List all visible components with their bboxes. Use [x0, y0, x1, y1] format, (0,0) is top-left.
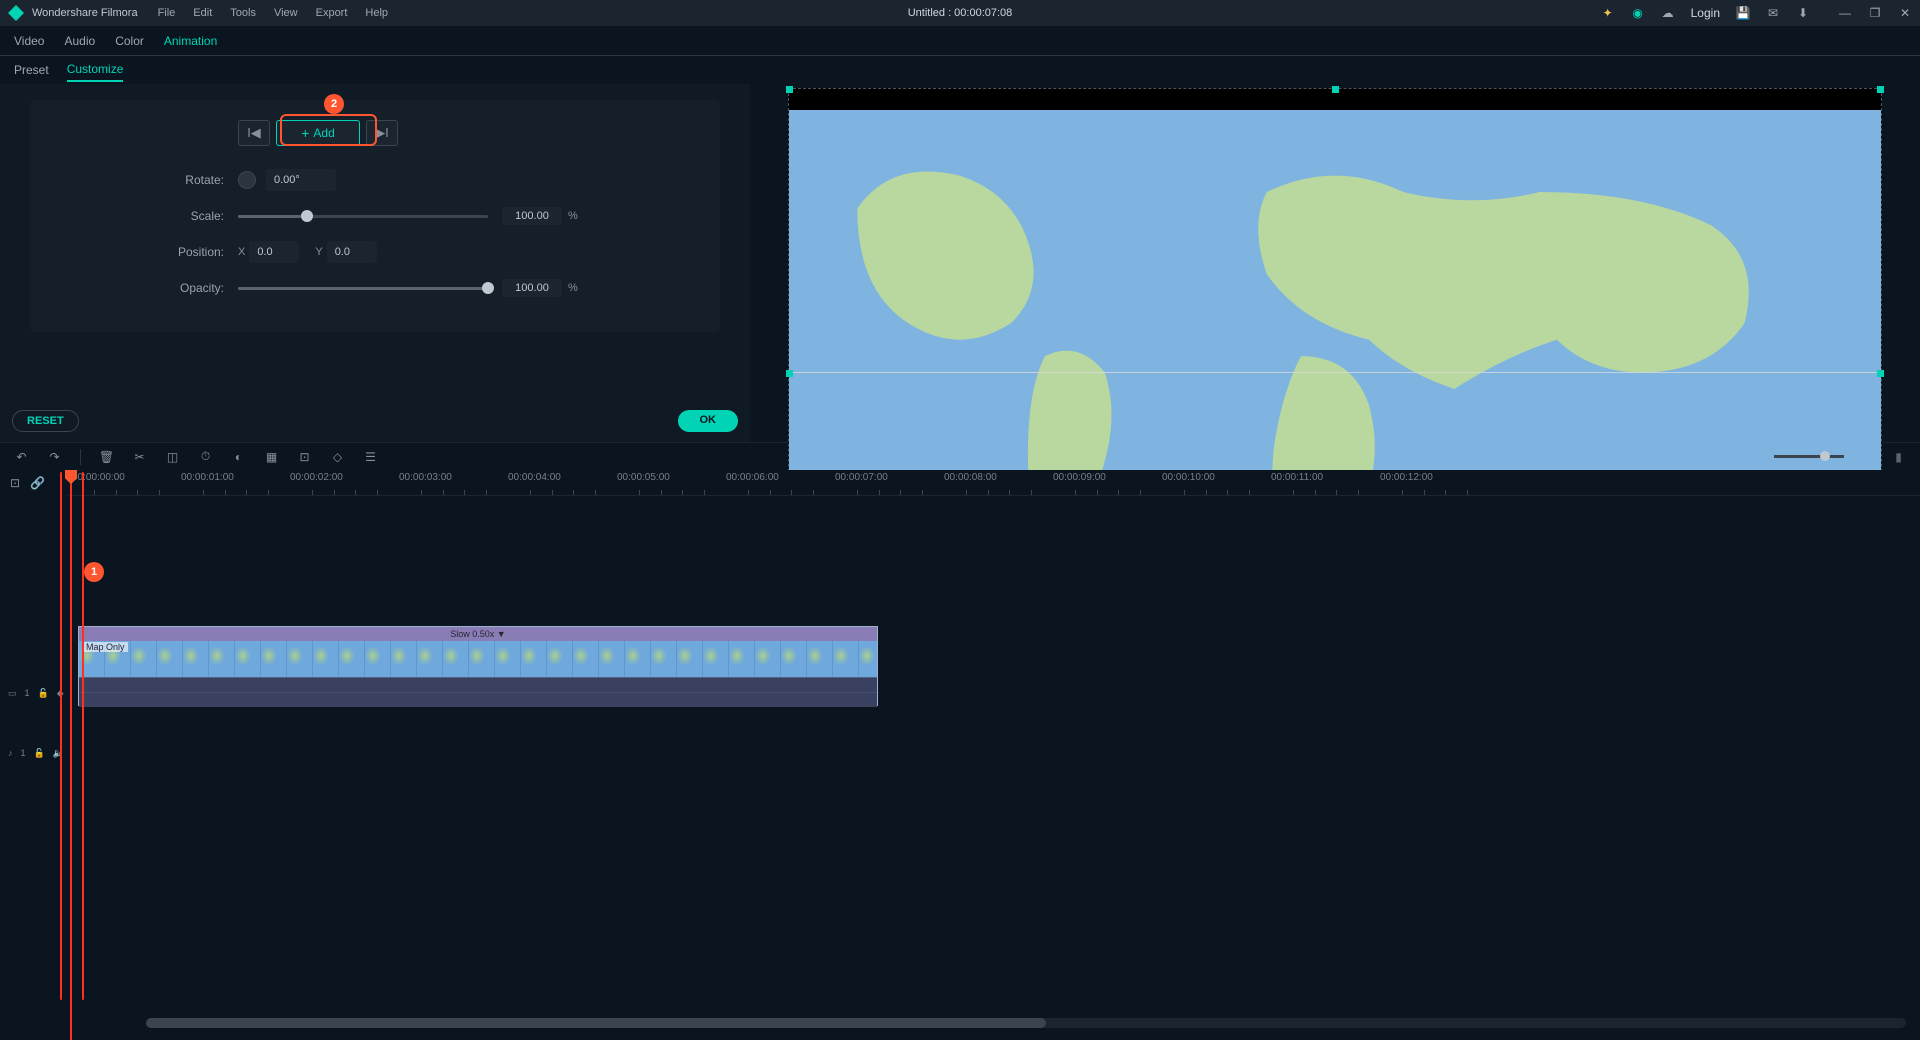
scale-slider[interactable]	[238, 215, 488, 218]
download-icon[interactable]: ⬇	[1796, 6, 1810, 20]
ruler-tick: 00:00:12:00	[1380, 472, 1433, 483]
ok-button[interactable]: OK	[678, 410, 739, 432]
ruler-tick: 00:00:11:00	[1271, 472, 1323, 483]
subtab-preset[interactable]: Preset	[14, 59, 49, 81]
ruler-tick: 00:00:07:00	[835, 472, 888, 483]
save-icon[interactable]: 💾	[1736, 6, 1750, 20]
login-link[interactable]: Login	[1691, 6, 1720, 20]
tab-audio[interactable]: Audio	[64, 28, 95, 54]
plus-icon: +	[301, 125, 309, 141]
close-icon[interactable]: ✕	[1898, 6, 1912, 20]
menu-help[interactable]: Help	[365, 7, 388, 19]
reset-button[interactable]: RESET	[12, 410, 79, 432]
ruler-tick: 00:00:00:00	[72, 472, 125, 483]
pos-x-label: X	[238, 246, 245, 258]
callout-badge-2: 2	[324, 94, 344, 114]
track-mute-icon[interactable]: 🔈	[53, 748, 64, 759]
split-icon[interactable]: ✂	[132, 449, 147, 464]
delete-icon[interactable]: 🗑	[99, 449, 114, 464]
position-y-input[interactable]	[327, 241, 377, 263]
speed-icon[interactable]: ⏱	[198, 449, 213, 464]
clip-video-track[interactable]: Map Only	[79, 641, 877, 677]
keyframe-add-button[interactable]: + Add	[276, 120, 360, 146]
zoom-slider[interactable]	[1774, 455, 1844, 458]
ruler-tick: 00:00:03:00	[399, 472, 452, 483]
position-x-input[interactable]	[249, 241, 299, 263]
keyframe-prev-button[interactable]: I◀	[238, 120, 270, 146]
tab-animation[interactable]: Animation	[164, 28, 217, 54]
color-icon[interactable]: ◐	[231, 449, 246, 464]
position-label: Position:	[60, 245, 238, 259]
keyframe-next-button[interactable]: ▶I	[366, 120, 398, 146]
timeline-scrollbar-thumb[interactable]	[146, 1018, 1046, 1028]
timeline-scrollbar[interactable]	[146, 1018, 1906, 1028]
ruler-tick: 00:00:08:00	[944, 472, 997, 483]
settings-icon[interactable]: ☰	[363, 449, 378, 464]
redo-icon[interactable]: ↷	[47, 449, 62, 464]
playhead[interactable]	[70, 470, 72, 1040]
subtab-customize[interactable]: Customize	[67, 58, 124, 82]
opacity-value[interactable]: 100.00	[502, 279, 562, 297]
menu-tools[interactable]: Tools	[230, 7, 256, 19]
maximize-icon[interactable]: ❐	[1868, 6, 1882, 20]
scale-unit: %	[568, 210, 578, 222]
scale-value[interactable]: 100.00	[502, 207, 562, 225]
opacity-label: Opacity:	[60, 281, 238, 295]
crop-icon[interactable]: ◫	[165, 449, 180, 464]
undo-icon[interactable]: ↶	[14, 449, 29, 464]
app-name: Wondershare Filmora	[32, 7, 138, 19]
greenscreen-icon[interactable]: ▦	[264, 449, 279, 464]
ruler-tick: 00:00:10:00	[1162, 472, 1215, 483]
track-audio-type-icon: ♪	[8, 748, 13, 758]
keyframe-icon[interactable]: ◇	[330, 449, 345, 464]
detach-icon[interactable]: ⊡	[297, 449, 312, 464]
clip-audio-track[interactable]	[79, 677, 877, 707]
callout-badge-1: 1	[84, 562, 104, 582]
opacity-unit: %	[568, 282, 578, 294]
menu-export[interactable]: Export	[316, 7, 348, 19]
callout-line-1	[60, 472, 62, 1000]
add-label: Add	[313, 126, 334, 140]
opacity-slider[interactable]	[238, 287, 488, 290]
mail-icon[interactable]: ✉	[1766, 6, 1780, 20]
callout-line-1b	[82, 472, 84, 1000]
rotate-input[interactable]	[266, 169, 336, 191]
clip-effect-bar[interactable]: Slow 0.50x ▼	[79, 627, 877, 641]
ruler-tick: 00:00:04:00	[508, 472, 561, 483]
link-icon[interactable]: 🔗	[30, 476, 45, 490]
clip-label: Map Only	[83, 642, 128, 652]
tab-video[interactable]: Video	[14, 28, 44, 54]
menu-file[interactable]: File	[158, 7, 176, 19]
ruler-tick: 00:00:01:00	[181, 472, 234, 483]
menu-view[interactable]: View	[274, 7, 298, 19]
minimize-icon[interactable]: —	[1838, 6, 1852, 20]
track-video-type-icon: ▭	[8, 688, 17, 699]
pos-y-label: Y	[315, 246, 322, 258]
cloud-icon[interactable]: ☁	[1661, 6, 1675, 20]
track-audio-lock-icon[interactable]: 🔓	[34, 748, 45, 759]
tab-color[interactable]: Color	[115, 28, 144, 54]
app-logo	[8, 5, 24, 21]
track-audio-number: 1	[21, 748, 26, 758]
premium-icon[interactable]: ✦	[1601, 6, 1615, 20]
ruler-tick: 00:00:02:00	[290, 472, 343, 483]
track-video-number: 1	[25, 688, 30, 698]
rotate-dial[interactable]	[238, 171, 256, 189]
ruler-tick: 00:00:09:00	[1053, 472, 1106, 483]
scale-label: Scale:	[60, 209, 238, 223]
ruler-tick: 00:00:05:00	[617, 472, 670, 483]
document-title: Untitled : 00:00:07:08	[908, 7, 1013, 19]
rotate-label: Rotate:	[60, 173, 238, 187]
timeline-ruler[interactable]: 00:00:00:00 00:00:01:00 00:00:02:00 00:00:0…	[68, 470, 1920, 496]
snap-icon[interactable]: ⊡	[10, 476, 20, 490]
timeline-clip[interactable]: Slow 0.50x ▼ Map Only	[78, 626, 878, 706]
track-lock-icon[interactable]: 🔓	[38, 688, 49, 699]
ruler-tick: 00:00:06:00	[726, 472, 779, 483]
support-icon[interactable]: ◉	[1631, 6, 1645, 20]
menu-edit[interactable]: Edit	[193, 7, 212, 19]
